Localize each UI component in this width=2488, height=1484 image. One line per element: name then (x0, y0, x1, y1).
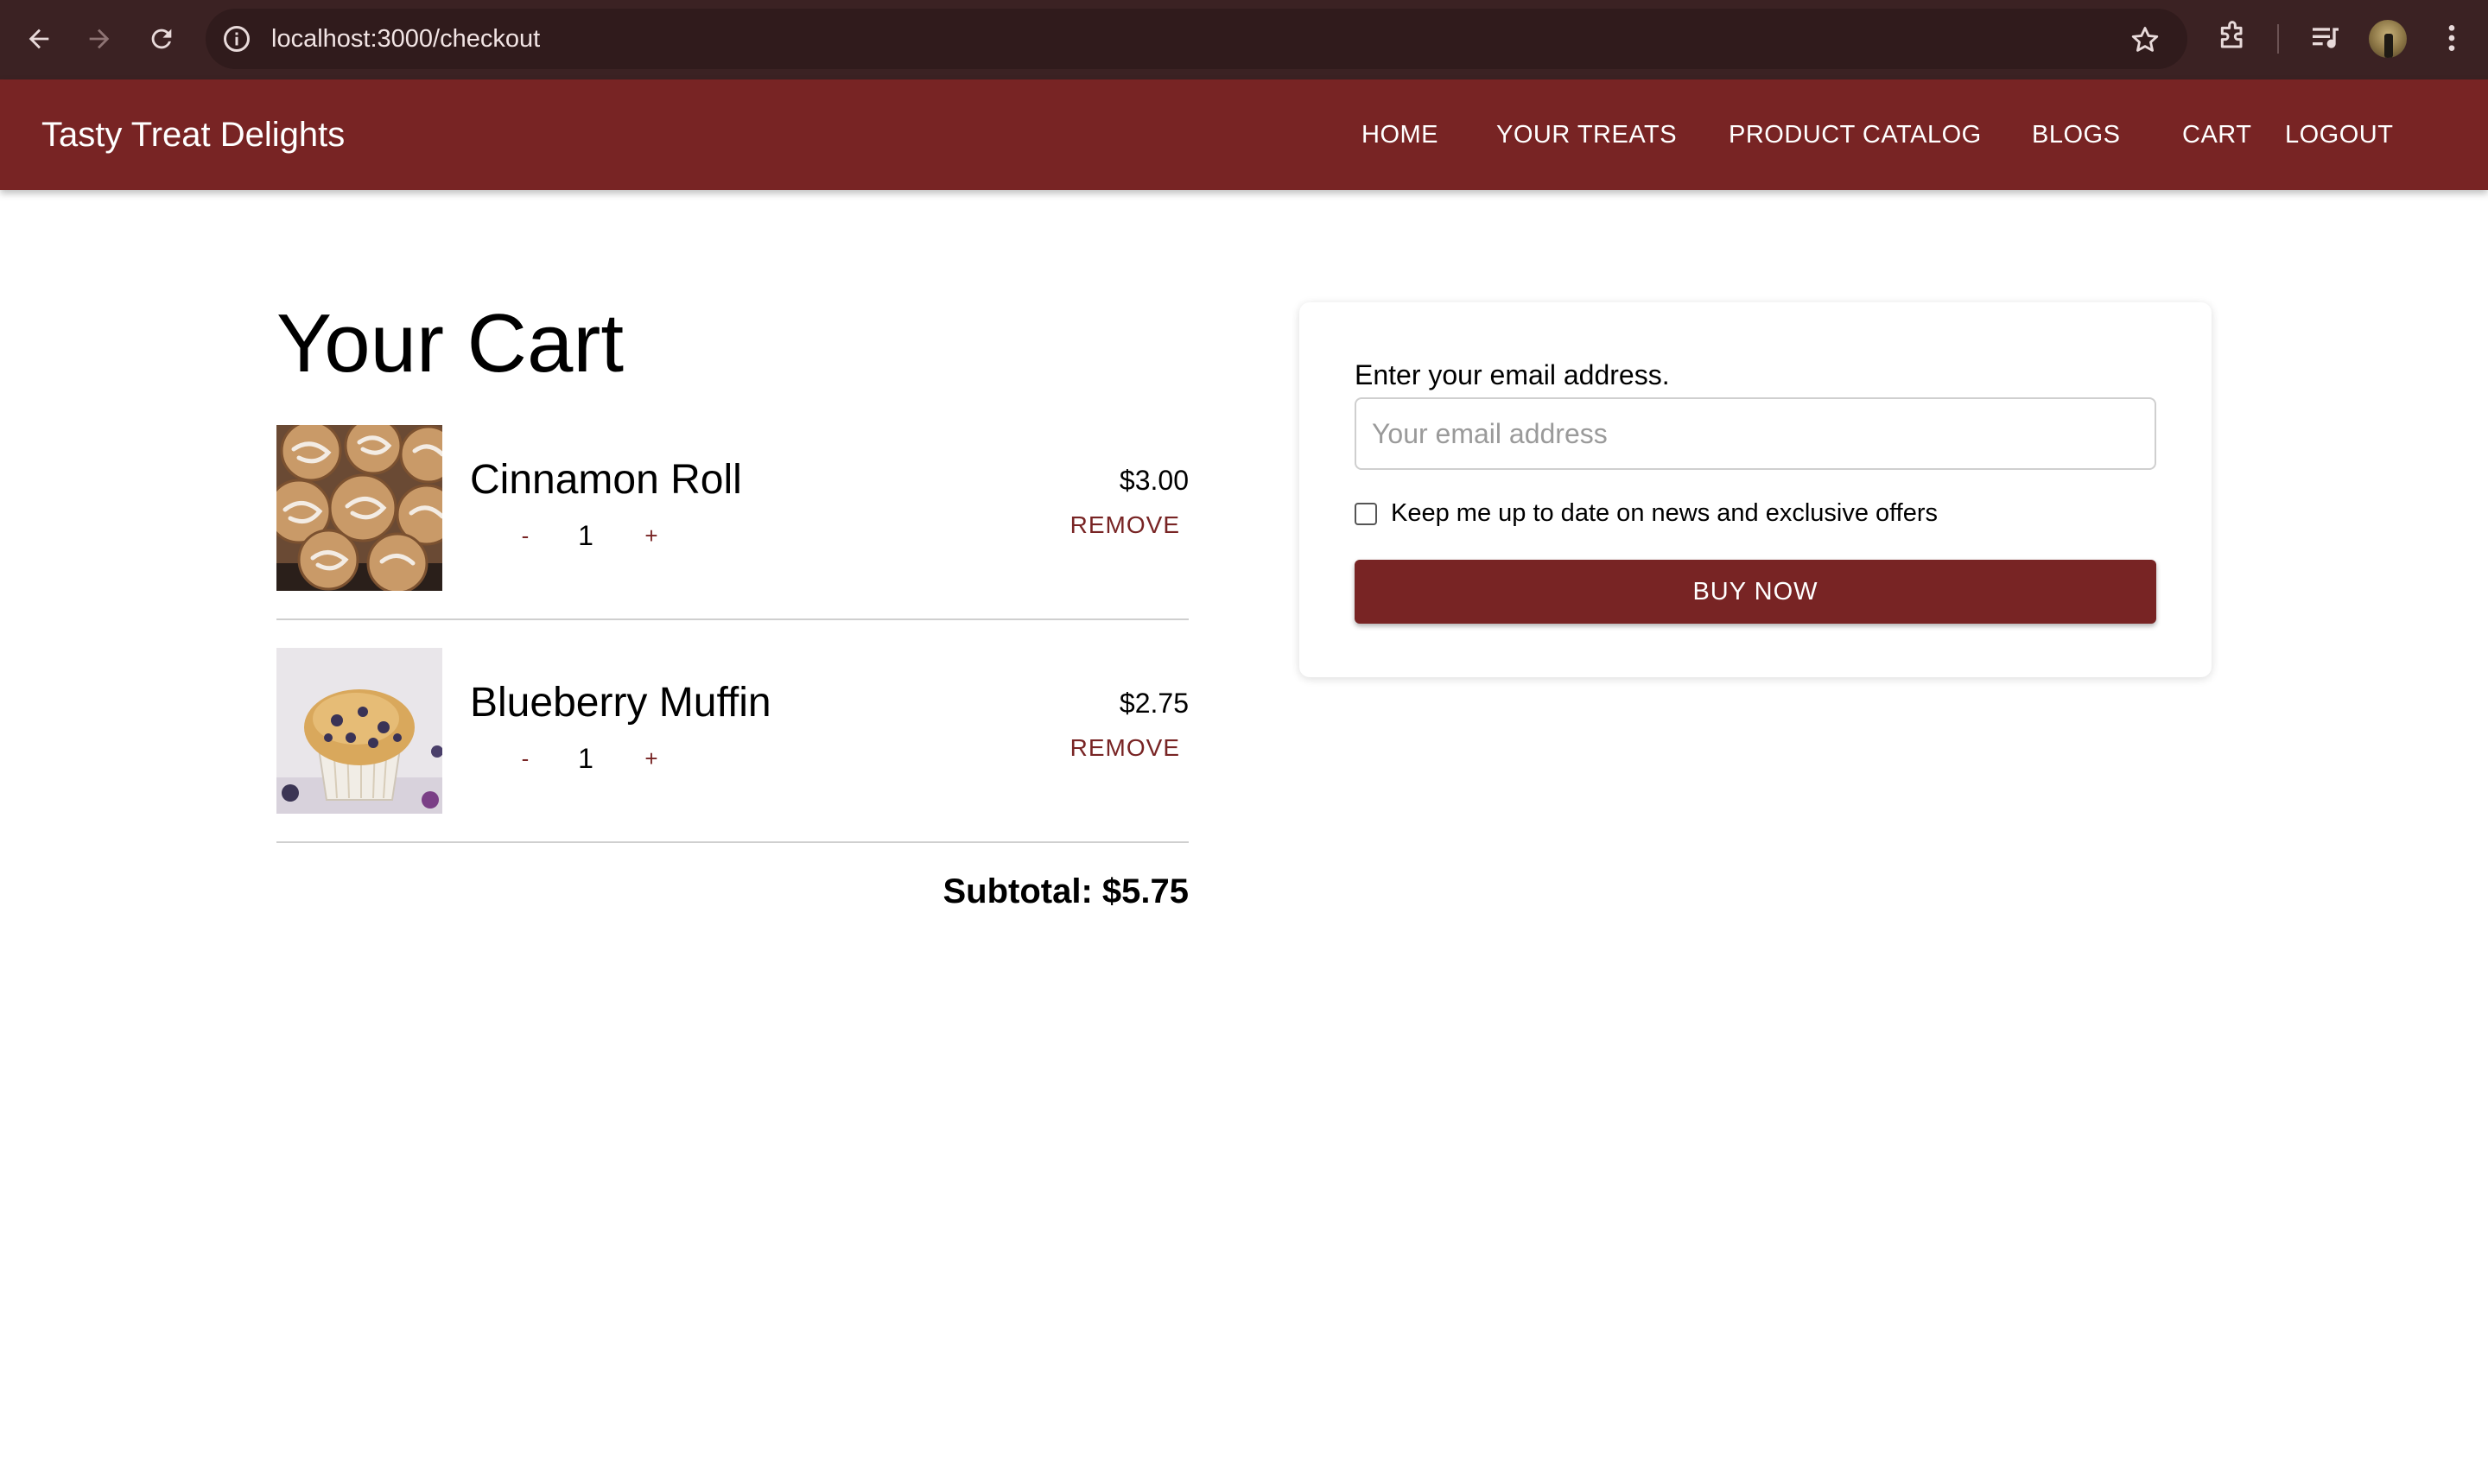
site-info-icon[interactable] (221, 23, 252, 54)
remove-item-button[interactable]: REMOVE (1070, 734, 1180, 762)
increase-quantity-button[interactable]: + (634, 518, 669, 553)
decrease-quantity-button[interactable]: - (508, 518, 543, 553)
forward-arrow-icon (89, 29, 110, 49)
email-field[interactable] (1355, 397, 2156, 470)
item-price: $3.00 (1119, 465, 1189, 496)
decrease-quantity-button[interactable]: - (508, 741, 543, 776)
remove-item-button[interactable]: REMOVE (1070, 511, 1180, 539)
buy-now-button[interactable]: BUY NOW (1355, 560, 2156, 624)
row-divider (276, 841, 1189, 843)
increase-quantity-button[interactable]: + (634, 741, 669, 776)
browser-toolbar: localhost:3000/checkout (0, 0, 2488, 79)
email-label: Enter your email address. (1355, 359, 1670, 390)
cinnamon-roll-image (276, 425, 442, 591)
url-text[interactable]: localhost:3000/checkout (271, 9, 540, 69)
nav-product-catalog[interactable]: PRODUCT CATALOG (1729, 79, 1982, 190)
reload-icon (151, 29, 172, 49)
newsletter-checkbox[interactable] (1355, 503, 1377, 525)
quantity-value: 1 (578, 743, 593, 774)
app-header: Tasty Treat Delights HOME YOUR TREATS PR… (0, 79, 2488, 190)
back-arrow-icon (29, 29, 49, 49)
brand-title[interactable]: Tasty Treat Delights (41, 79, 345, 190)
quantity-value: 1 (578, 520, 593, 551)
toolbar-divider (2277, 24, 2279, 54)
nav-blogs[interactable]: BLOGS (2032, 79, 2120, 190)
reload-button[interactable] (142, 19, 181, 59)
cart-title: Your Cart (276, 297, 624, 390)
cart-subtotal: Subtotal: $5.75 (943, 872, 1189, 910)
extensions-puzzle-icon[interactable] (2215, 21, 2250, 55)
row-divider (276, 618, 1189, 620)
item-name: Cinnamon Roll (470, 457, 742, 503)
profile-avatar[interactable] (2369, 20, 2407, 58)
checkout-card: Enter your email address. Keep me up to … (1299, 302, 2212, 677)
kebab-menu-icon[interactable] (2434, 21, 2469, 55)
bookmark-star-icon[interactable] (2129, 23, 2161, 56)
nav-cart[interactable]: CART (2182, 79, 2251, 190)
item-name: Blueberry Muffin (470, 680, 771, 726)
newsletter-label[interactable]: Keep me up to date on news and exclusive… (1391, 499, 1938, 528)
forward-button[interactable] (79, 19, 119, 59)
nav-logout[interactable]: LOGOUT (2285, 79, 2393, 190)
nav-your-treats[interactable]: YOUR TREATS (1496, 79, 1677, 190)
item-price: $2.75 (1119, 688, 1189, 719)
nav-home[interactable]: HOME (1361, 79, 1438, 190)
media-queue-icon[interactable] (2308, 21, 2343, 55)
cart-item: Blueberry Muffin - 1 + $2.75 REMOVE (276, 648, 1189, 843)
back-button[interactable] (19, 19, 59, 59)
address-bar[interactable]: localhost:3000/checkout (206, 9, 2187, 69)
blueberry-muffin-image (276, 648, 442, 814)
cart-item: Cinnamon Roll - 1 + $3.00 REMOVE (276, 425, 1189, 620)
